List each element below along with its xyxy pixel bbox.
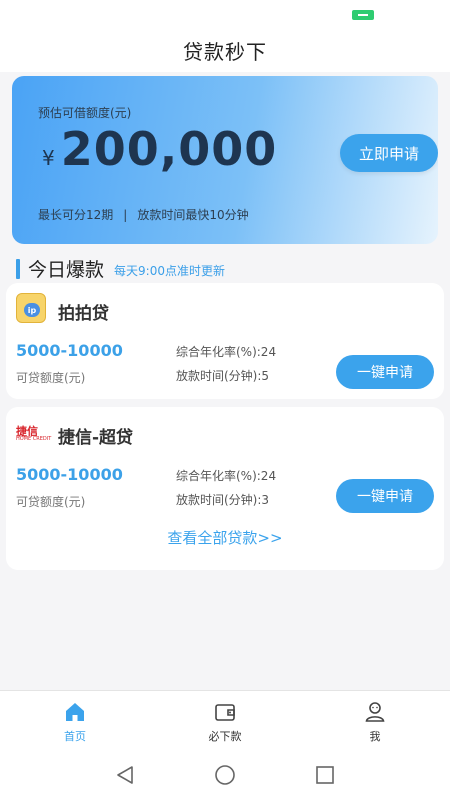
wallet-icon <box>213 700 237 724</box>
main-content[interactable]: 预估可借额度(元) ¥ 200,000 最长可分12期 | 放款时间最快10分钟 立… <box>0 72 450 690</box>
loan-limit-banner: 预估可借额度(元) ¥ 200,000 最长可分12期 | 放款时间最快10分钟 立… <box>12 76 438 244</box>
home-icon <box>63 700 87 724</box>
loan-terms: 最长可分12期 | 放款时间最快10分钟 <box>38 206 249 223</box>
section-title: 今日爆款 <box>28 259 105 281</box>
battery-icon <box>352 10 374 20</box>
limit-label: 预估可借额度(元) <box>38 106 132 120</box>
loan-range: 5000-10000 <box>16 465 123 484</box>
tab-label: 我 <box>369 730 381 743</box>
section-subtitle: 每天9:00点准时更新 <box>114 264 225 278</box>
product-name: 拍拍贷 <box>58 304 109 324</box>
bottom-tab-bar: 首页 必下款 我 <box>0 690 450 748</box>
tab-must-release[interactable]: 必下款 <box>150 691 300 748</box>
release-time: 放款时间(分钟):3 <box>176 493 270 507</box>
tab-me[interactable]: 我 <box>300 691 450 748</box>
terms-separator: | <box>123 208 128 222</box>
product-name: 捷信-超贷 <box>58 428 134 448</box>
term-text: 最长可分12期 <box>38 208 114 222</box>
section-accent-bar <box>16 258 20 279</box>
loan-range-label: 可贷额度(元) <box>16 495 86 509</box>
status-bar <box>0 0 450 28</box>
view-all-loans-link[interactable]: 查看全部贷款>> <box>6 527 444 548</box>
recent-apps-icon[interactable] <box>314 764 336 786</box>
release-time: 放款时间(分钟):5 <box>176 369 270 383</box>
loan-product-card[interactable]: 捷信 HOME CREDIT 捷信-超贷 5000-10000 可贷额度(元) … <box>6 407 444 570</box>
pai-pai-dai-logo-icon: ip <box>16 293 46 323</box>
annual-rate: 综合年化率(%):24 <box>176 469 277 483</box>
tab-label: 首页 <box>64 730 86 743</box>
user-icon <box>363 700 387 724</box>
one-click-apply-button[interactable]: 一键申请 <box>336 479 434 513</box>
app-header: 贷款秒下 <box>0 28 450 72</box>
home-credit-logo-icon: 捷信 HOME CREDIT <box>16 425 52 442</box>
section-header: 今日爆款 每天9:00点准时更新 <box>16 255 225 282</box>
tab-label: 必下款 <box>208 730 242 743</box>
loan-range: 5000-10000 <box>16 341 123 360</box>
limit-value: 200,000 <box>60 122 278 176</box>
limit-amount: ¥ 200,000 <box>42 122 277 176</box>
tab-home[interactable]: 首页 <box>0 691 150 748</box>
system-navigation-bar <box>0 748 450 800</box>
currency-symbol: ¥ <box>42 146 55 170</box>
loan-range-label: 可贷额度(元) <box>16 371 86 385</box>
annual-rate: 综合年化率(%):24 <box>176 345 277 359</box>
back-icon[interactable] <box>114 764 136 786</box>
home-circle-icon[interactable] <box>214 764 236 786</box>
release-time-text: 放款时间最快10分钟 <box>137 208 249 222</box>
loan-product-card[interactable]: ip 拍拍贷 5000-10000 可贷额度(元) 综合年化率(%):24 放款… <box>6 283 444 399</box>
one-click-apply-button[interactable]: 一键申请 <box>336 355 434 389</box>
page-title: 贷款秒下 <box>183 39 267 64</box>
apply-now-button[interactable]: 立即申请 <box>340 134 438 172</box>
